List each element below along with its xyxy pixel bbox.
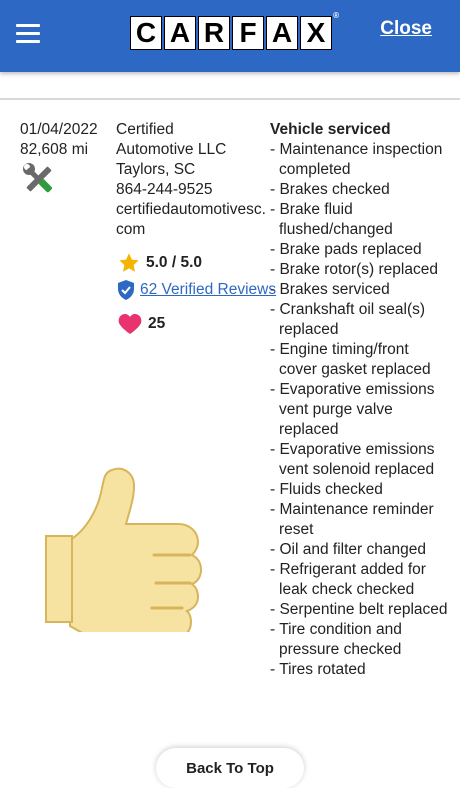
comment-item: - Tires rotated — [270, 661, 366, 678]
comment-item: - Maintenance inspection completed — [270, 141, 443, 178]
comment-item: - Fluids checked — [270, 481, 383, 498]
comment-item: - Evaporative emissions vent solenoid re… — [270, 441, 435, 478]
comment-item: - Maintenance reminder reset — [270, 501, 434, 538]
thumbs-up-emoji — [42, 462, 222, 640]
comment-item: - Serpentine belt replaced — [270, 601, 448, 618]
back-to-top-button[interactable]: Back To Top — [156, 748, 304, 788]
verified-reviews-link[interactable]: 62 Verified Reviews — [140, 281, 276, 299]
source-rating: 5.0 / 5.0 — [118, 252, 202, 274]
comment-item: - Oil and filter changed — [270, 541, 426, 558]
top-bar: C A R F A X ® Close — [0, 0, 460, 72]
logo-letter: X ® — [300, 11, 339, 50]
source-name-line1: Certified — [116, 121, 174, 138]
logo-letter: C — [130, 16, 162, 50]
star-icon — [119, 253, 139, 272]
comment-item: - Evaporative emissions vent purge valve… — [270, 381, 435, 438]
logo-letter-x: X — [306, 17, 326, 48]
logo-trademark: ® — [333, 11, 339, 20]
source-location: Taylors, SC — [116, 161, 196, 178]
hamburger-menu-icon[interactable] — [16, 24, 40, 44]
logo-letter: A — [164, 16, 196, 50]
source-name-line2: Automotive LLC — [116, 141, 227, 158]
record-date: 01/04/2022 — [20, 121, 98, 138]
heart-icon[interactable] — [118, 313, 142, 335]
comment-item: - Brakes serviced — [270, 281, 390, 298]
record-mileage: 82,608 mi — [20, 141, 89, 158]
favorite-count-value: 25 — [148, 315, 166, 332]
comments-heading: Vehicle serviced — [270, 121, 391, 138]
comment-item: - Brake rotor(s) replaced — [270, 261, 438, 278]
logo-letter: A — [266, 16, 298, 50]
comment-item: - Crankshaft oil seal(s) replaced — [270, 301, 426, 338]
rating-value: 5.0 / 5.0 — [146, 254, 203, 271]
verified-reviews[interactable]: 62 Verified Reviews — [116, 279, 276, 301]
logo-letter: F — [232, 16, 264, 50]
verified-shield-icon — [118, 280, 134, 300]
comment-item: - Brake pads replaced — [270, 241, 422, 258]
logo-letter: R — [198, 16, 230, 50]
service-comments: Vehicle serviced - Maintenance inspectio… — [270, 120, 450, 680]
tools-icon — [22, 162, 56, 201]
favorite-count[interactable]: 25 — [118, 313, 165, 335]
comment-item: - Engine timing/front cover gasket repla… — [270, 341, 431, 378]
comment-item: - Brake fluid flushed/changed — [270, 201, 393, 238]
service-source: Certified Automotive LLC Taylors, SC 864… — [116, 120, 266, 240]
record-date-mileage: 01/04/2022 82,608 mi — [20, 120, 98, 160]
record-divider — [0, 98, 460, 100]
comment-item: - Refrigerant added for leak check check… — [270, 561, 426, 598]
source-website[interactable]: certifiedautomotivesc.com — [116, 200, 266, 240]
comment-item: - Brakes checked — [270, 181, 390, 198]
source-phone[interactable]: 864-244-9525 — [116, 180, 266, 200]
carfax-logo: C A R F A X ® — [130, 11, 339, 54]
comment-item: - Tire condition and pressure checked — [270, 621, 402, 658]
close-link[interactable]: Close — [380, 18, 432, 40]
